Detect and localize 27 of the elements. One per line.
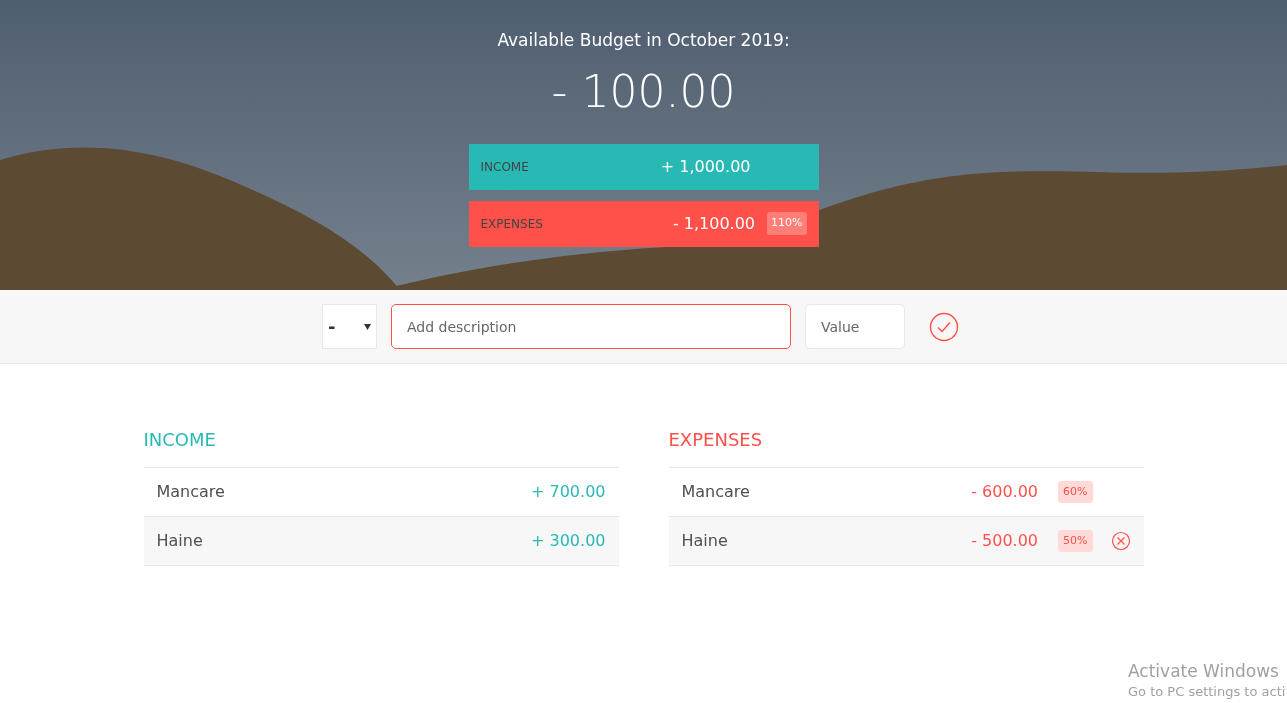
- item-value: + 300.00: [531, 530, 606, 552]
- item-value: - 500.00: [971, 530, 1039, 552]
- item-value: - 600.00: [971, 481, 1039, 503]
- summary-label: INCOME: [480, 158, 530, 176]
- list-title: EXPENSES: [668, 428, 764, 452]
- description-field[interactable]: Add description: [391, 304, 791, 349]
- value-field[interactable]: Value: [805, 304, 905, 349]
- type-select[interactable]: -: [322, 304, 377, 349]
- item-description: Haine: [156, 530, 203, 552]
- budget-title: Available Budget in October 2019:: [497, 29, 790, 52]
- summary-label: EXPENSES: [480, 215, 544, 233]
- percentage-badge: 60%: [1058, 480, 1093, 504]
- close-circle-icon[interactable]: [1110, 531, 1131, 551]
- activation-notice-title: Activate Windows: [1128, 660, 1280, 682]
- percentage-badge: 110%: [767, 212, 807, 235]
- item-description: Haine: [681, 530, 728, 552]
- item-description: Mancare: [681, 481, 750, 503]
- summary-value: - 1,100.00: [672, 212, 756, 235]
- caret-icon: [364, 323, 371, 330]
- budget-amount: - 100.00: [551, 64, 736, 119]
- list-title: INCOME: [143, 428, 217, 452]
- checkmark-circle-icon[interactable]: [929, 311, 959, 342]
- summary-value: + 1,000.00: [660, 155, 751, 178]
- item-description: Mancare: [156, 481, 225, 503]
- percentage-badge: 50%: [1058, 529, 1093, 553]
- item-value: + 700.00: [531, 481, 606, 503]
- activation-notice-text: Go to PC settings to acti: [1128, 683, 1286, 701]
